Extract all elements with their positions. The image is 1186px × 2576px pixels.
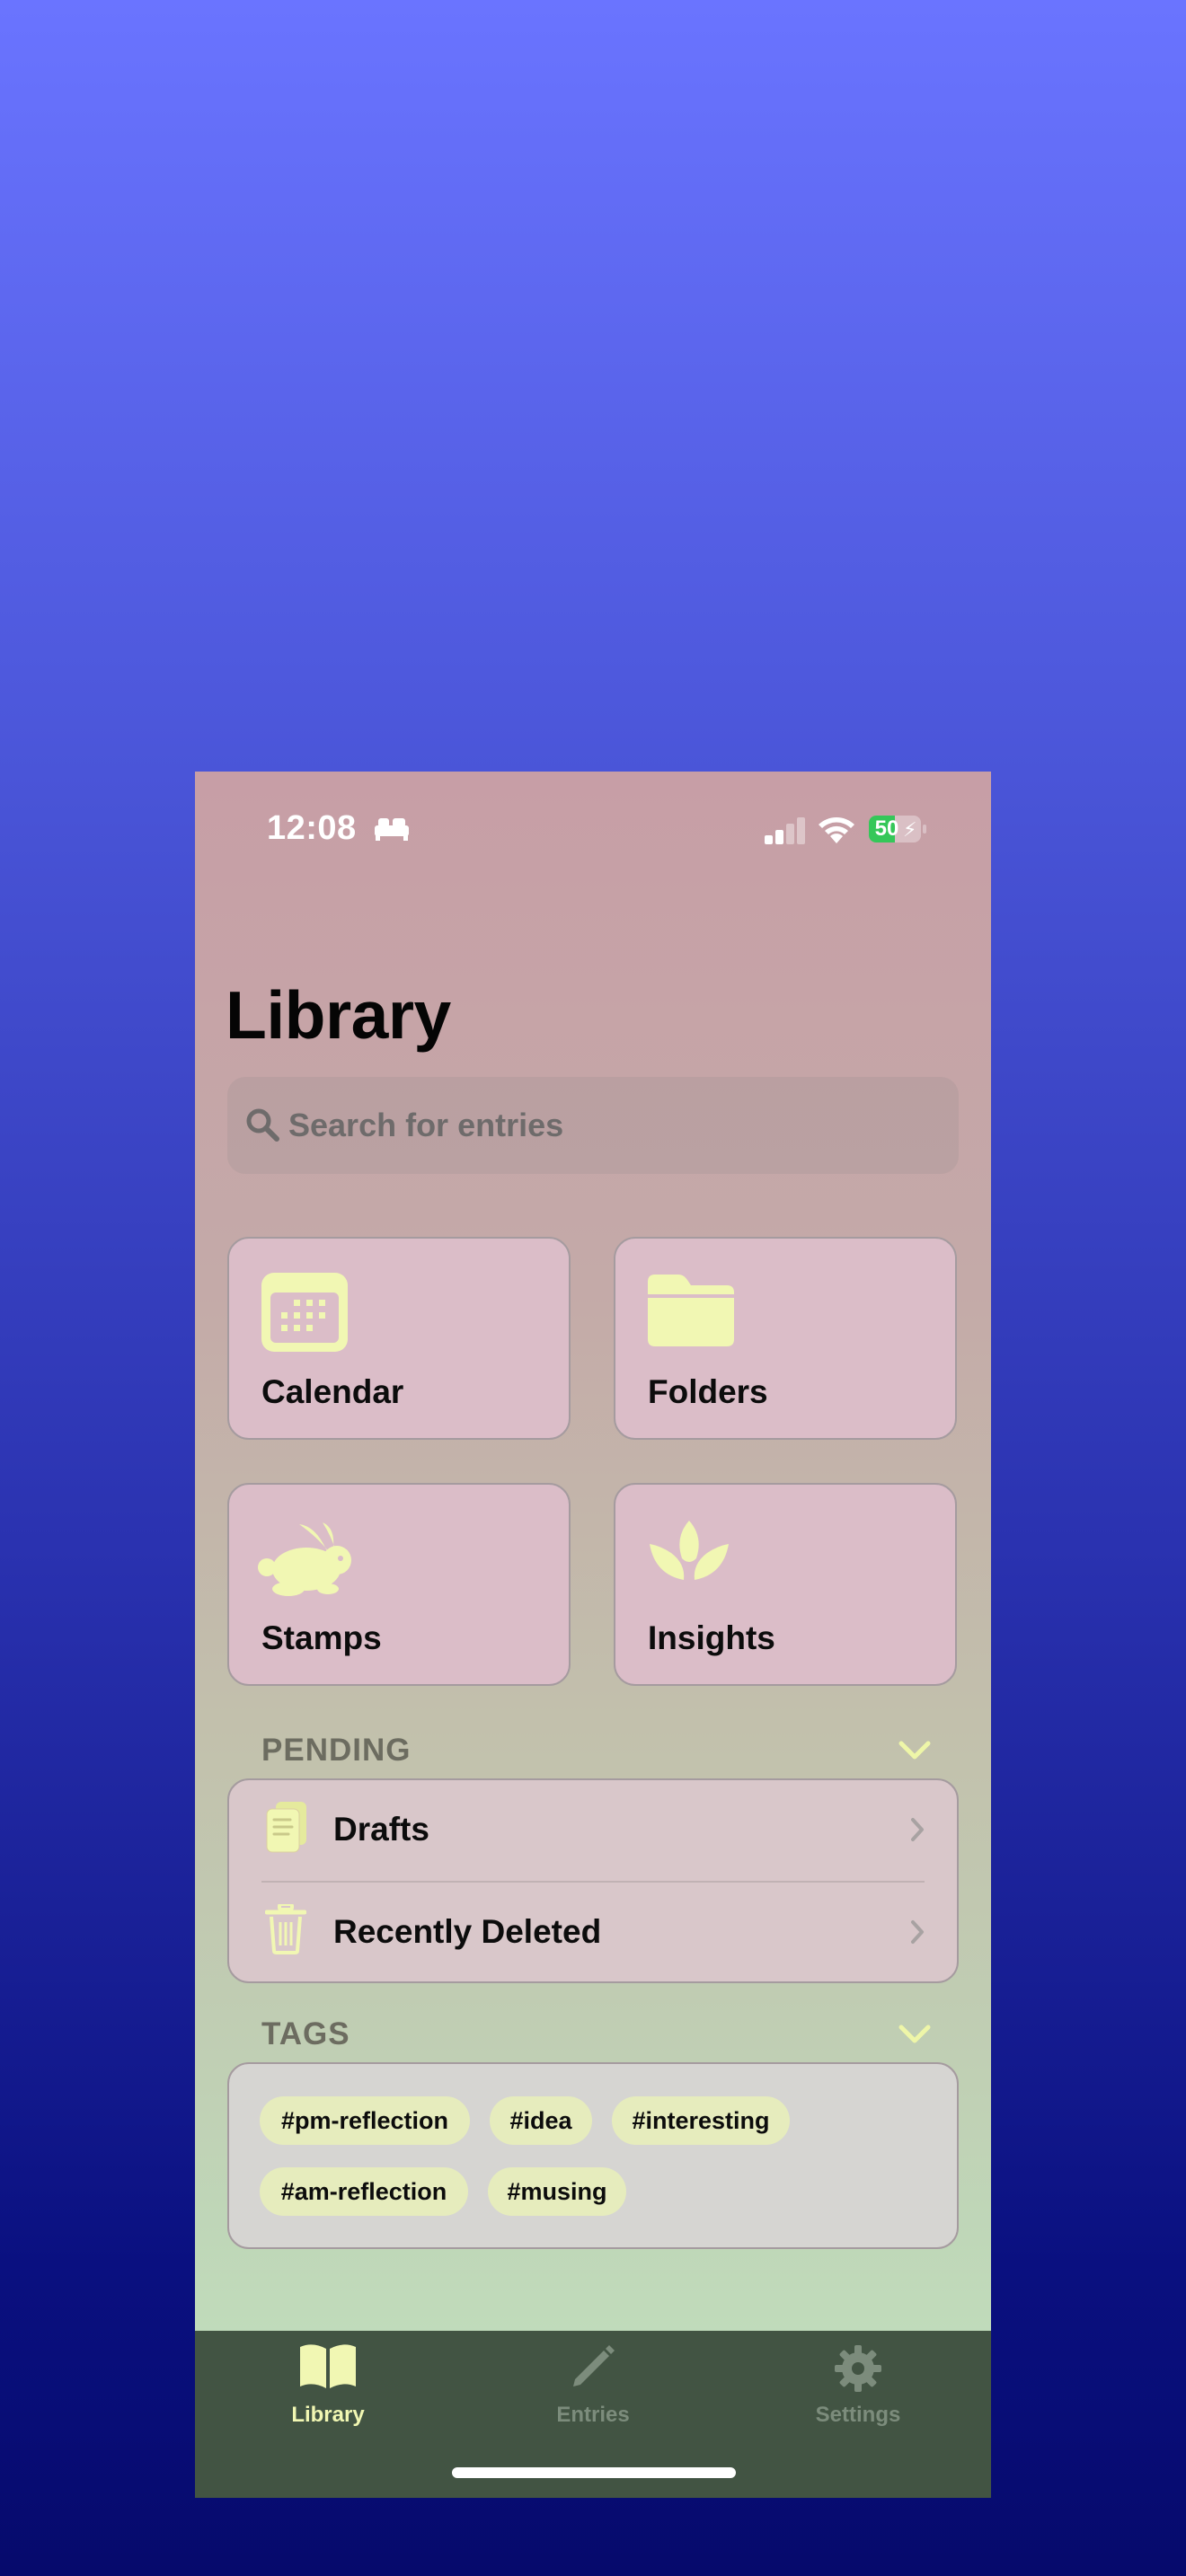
tab-entries-label: Entries: [556, 2403, 630, 2427]
insights-tile[interactable]: Insights: [614, 1483, 957, 1686]
book-icon: [300, 2344, 356, 2388]
chevron-right-icon: [911, 1818, 924, 1841]
stamps-label: Stamps: [261, 1619, 382, 1656]
recently-deleted-label: Recently Deleted: [333, 1913, 602, 1950]
drafts-row[interactable]: Drafts: [229, 1780, 957, 1883]
calendar-icon: [261, 1273, 348, 1352]
folder-icon: [648, 1275, 734, 1346]
tab-library[interactable]: Library: [195, 2331, 461, 2439]
tab-settings[interactable]: Settings: [725, 2331, 991, 2439]
status-bar: 12:08 50 ⚡: [195, 772, 991, 897]
page-title: Library: [226, 977, 451, 1053]
tags-section-header: TAGS: [261, 2016, 350, 2051]
charging-bolt-icon: ⚡: [903, 818, 917, 841]
status-time: 12:08: [267, 809, 357, 847]
gear-icon: [835, 2345, 881, 2392]
lotus-icon: [650, 1521, 729, 1580]
tab-bar: Library Entries Settings: [195, 2331, 991, 2498]
battery-indicator: 50 ⚡: [869, 816, 926, 844]
chevron-down-icon[interactable]: [898, 2024, 932, 2045]
tag-pm-reflection[interactable]: #pm-reflection: [260, 2096, 470, 2145]
drafts-label: Drafts: [333, 1811, 429, 1848]
battery-percentage: 50: [874, 816, 899, 841]
folders-tile[interactable]: Folders: [614, 1237, 957, 1440]
chevron-right-icon: [911, 1920, 924, 1944]
search-input[interactable]: [288, 1077, 935, 1174]
folders-label: Folders: [648, 1373, 768, 1410]
stamps-tile[interactable]: Stamps: [227, 1483, 571, 1686]
phone-screen: 12:08 50 ⚡ Library Search for entries Ca…: [195, 772, 991, 2498]
recently-deleted-row[interactable]: Recently Deleted: [229, 1883, 957, 1983]
pending-list: Drafts Recently Deleted: [227, 1778, 959, 1983]
tag-am-reflection[interactable]: #am-reflection: [260, 2167, 468, 2216]
tag-idea[interactable]: #idea: [490, 2096, 592, 2145]
pencil-icon: [573, 2345, 615, 2386]
tag-interesting[interactable]: #interesting: [612, 2096, 790, 2145]
tag-musing[interactable]: #musing: [488, 2167, 626, 2216]
search-icon: [246, 1108, 279, 1142]
calendar-label: Calendar: [261, 1373, 404, 1410]
home-indicator[interactable]: [452, 2467, 736, 2478]
tags-container: #pm-reflection #idea #interesting #am-re…: [227, 2062, 959, 2249]
drafts-icon: [266, 1802, 306, 1853]
tab-entries[interactable]: Entries: [460, 2331, 726, 2439]
rabbit-icon: [258, 1522, 351, 1596]
tab-settings-label: Settings: [815, 2403, 901, 2427]
cellular-signal-icon: [765, 817, 805, 844]
wifi-icon: [819, 817, 854, 843]
search-bar[interactable]: [227, 1077, 959, 1174]
pending-section-header: PENDING: [261, 1733, 412, 1768]
bed-icon: [375, 818, 409, 841]
chevron-down-icon[interactable]: [898, 1740, 932, 1761]
insights-label: Insights: [648, 1619, 775, 1656]
trash-icon: [265, 1904, 306, 1954]
calendar-tile[interactable]: Calendar: [227, 1237, 571, 1440]
tab-library-label: Library: [291, 2403, 365, 2427]
